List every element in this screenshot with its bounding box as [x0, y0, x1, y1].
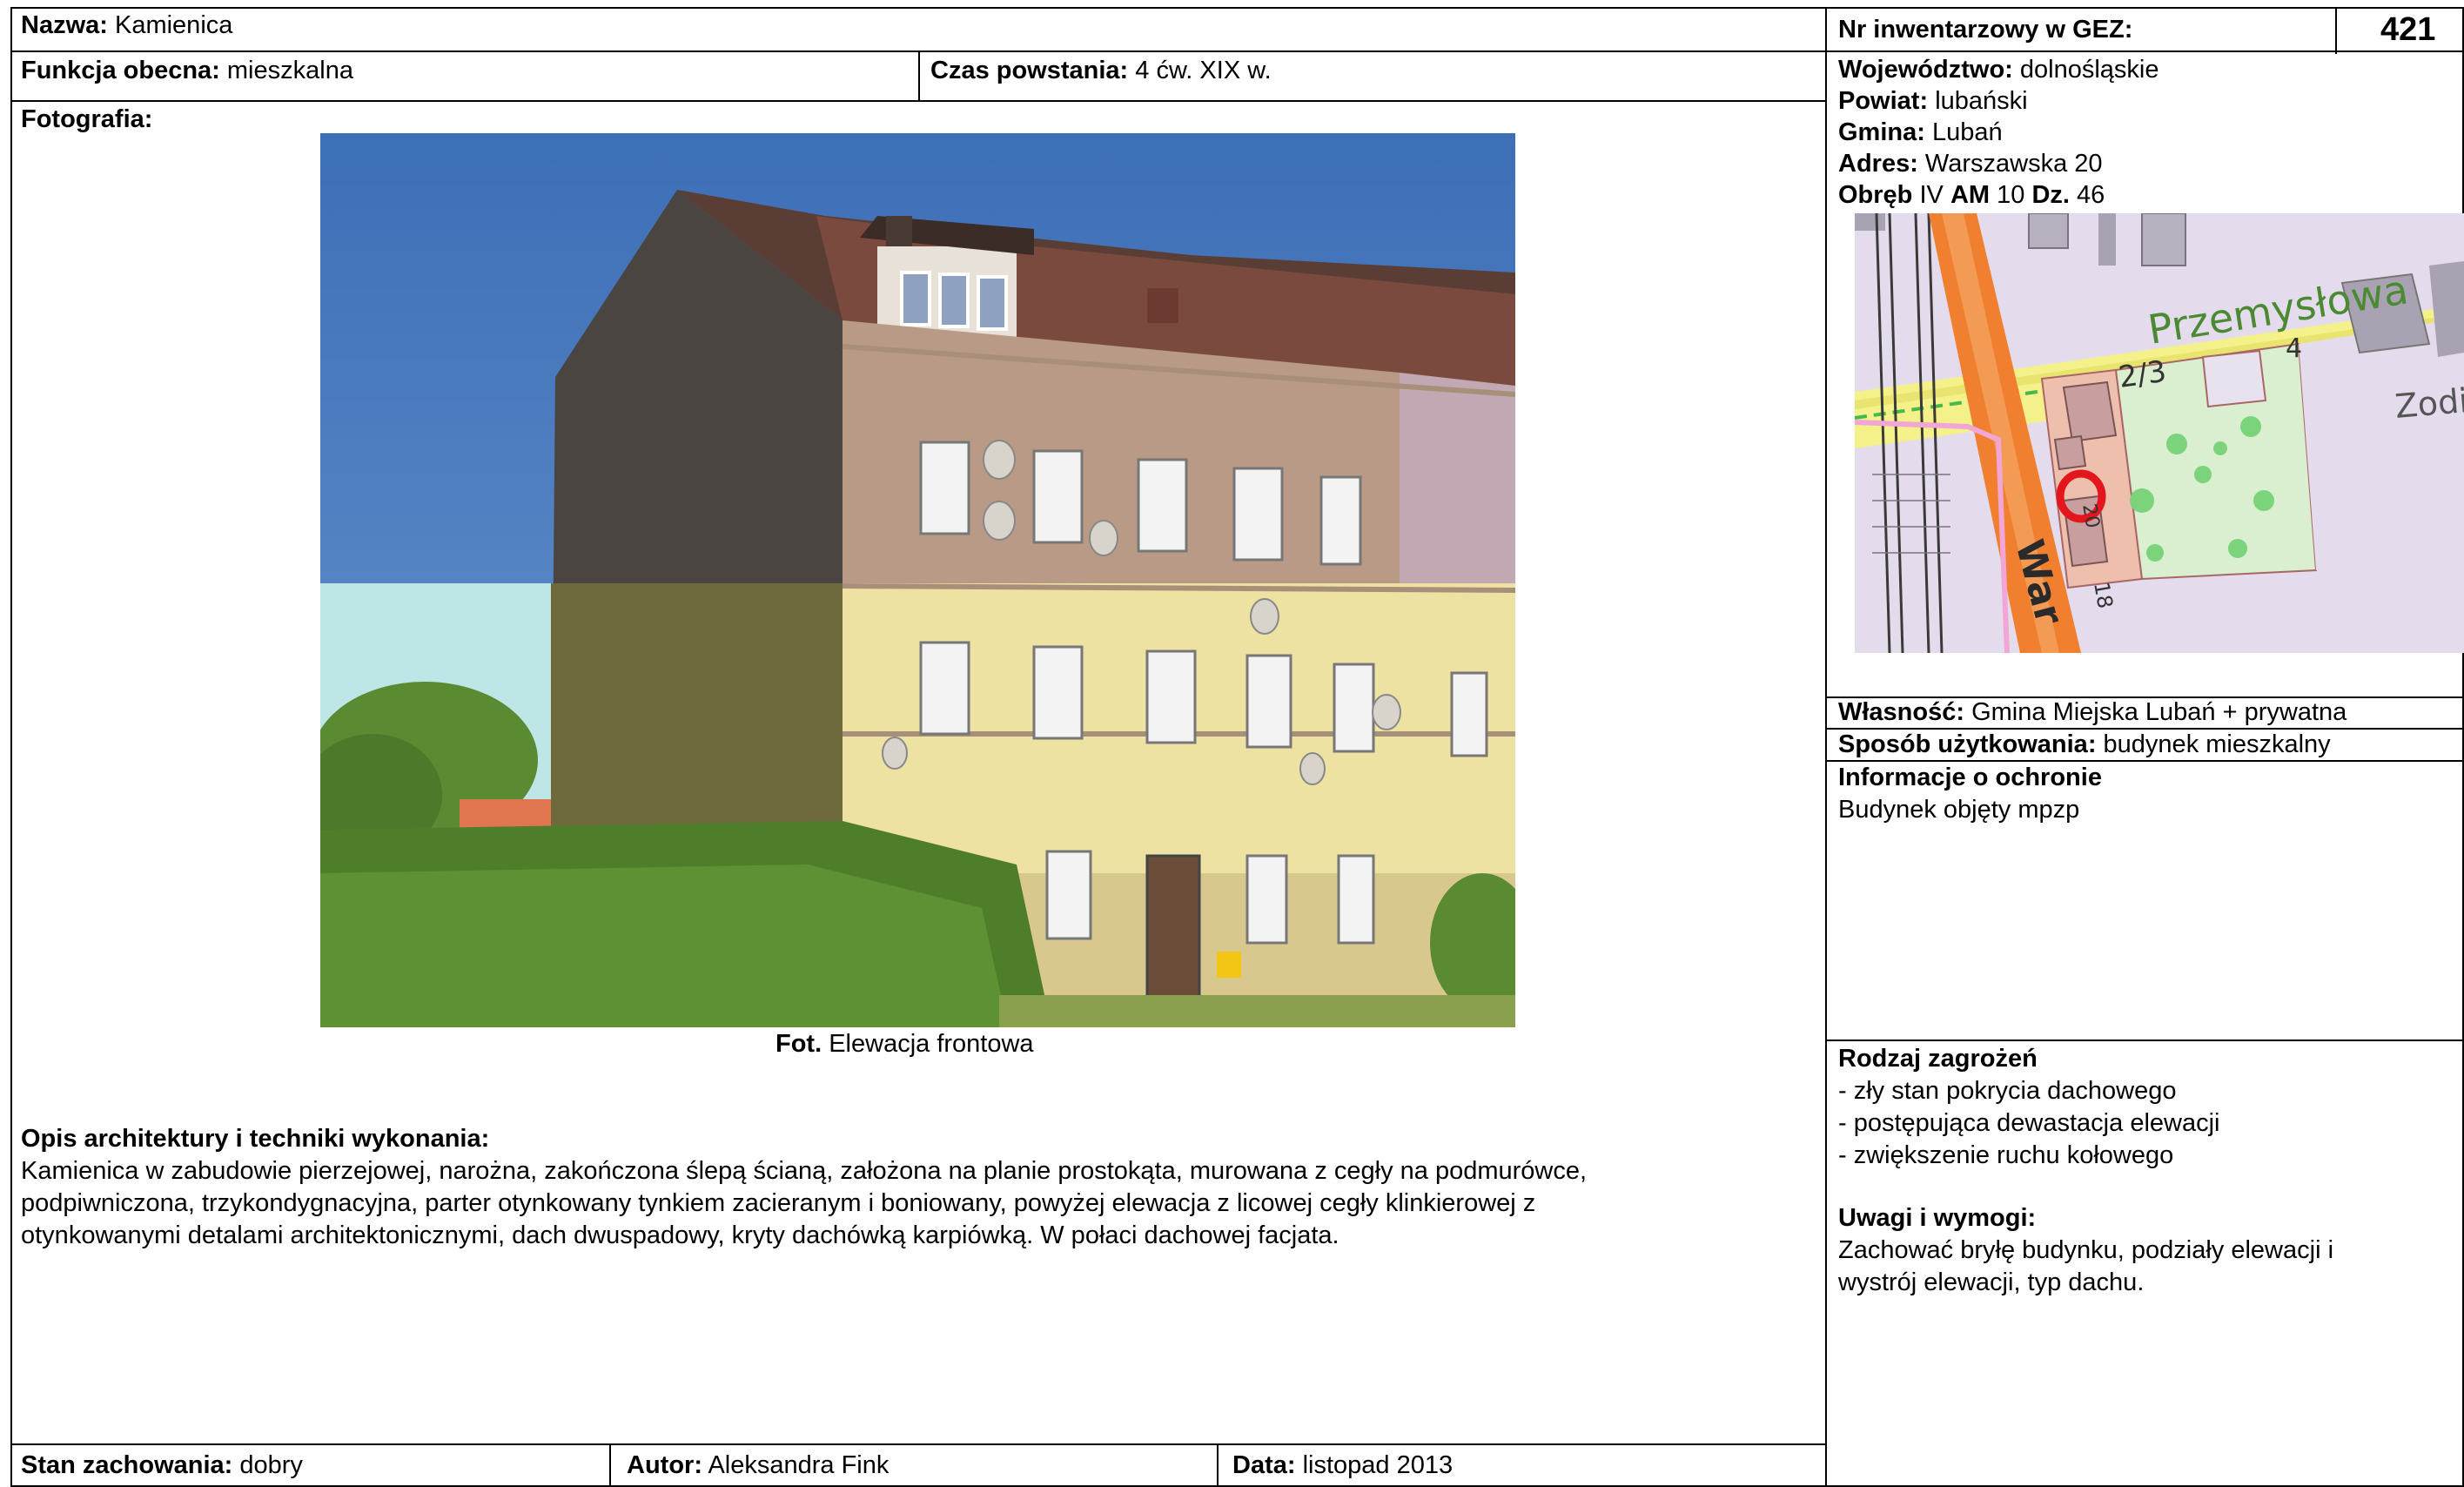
date-label: Data:	[1232, 1451, 1296, 1479]
am-value: 10	[1997, 181, 2025, 209]
remarks-label: Uwagi i wymogi:	[1838, 1204, 2037, 1232]
name-label: Nazwa:	[21, 11, 108, 39]
description-line: otynkowanymi detalami architektonicznymi…	[21, 1221, 1339, 1249]
date-value: listopad 2013	[1302, 1451, 1454, 1479]
usage-label: Sposób użytkowania:	[1838, 730, 2097, 758]
row-line	[1825, 1040, 2464, 1041]
dz-label: Dz.	[2031, 181, 2070, 209]
photo-caption: Fot. Elewacja frontowa	[775, 1028, 1034, 1060]
county-field: Powiat: lubański	[1838, 85, 2028, 117]
location-map: Przemysłowa War 2/3 4 Zodi 20 18	[1855, 213, 2464, 653]
voivodeship-field: Województwo: dolnośląskie	[1838, 54, 2159, 85]
map-plot-label-2-3: 2/3	[2117, 354, 2169, 395]
address-label: Adres:	[1838, 150, 1918, 178]
threats-label: Rodzaj zagrożeń	[1838, 1045, 2038, 1073]
name-value: Kamienica	[114, 11, 233, 39]
address-field: Adres: Warszawska 20	[1838, 148, 2103, 179]
map-plot-label-4: 4	[2286, 333, 2302, 364]
condition-field: Stan zachowania: dobry	[21, 1450, 303, 1481]
row-line	[10, 1443, 1826, 1445]
protection-label: Informacje o ochronie	[1838, 764, 2102, 791]
author-field: Autor: Aleksandra Fink	[627, 1450, 889, 1481]
commune-label: Gmina:	[1838, 118, 1925, 146]
usage-field: Sposób użytkowania: budynek mieszkalny	[1838, 729, 2331, 760]
photo-section-label: Fotografia:	[21, 105, 153, 133]
commune-value: Lubań	[1931, 118, 2003, 146]
voivodeship-value: dolnośląskie	[2019, 56, 2159, 84]
obreb-label: Obręb	[1838, 181, 1913, 209]
commune-field: Gmina: Lubań	[1838, 117, 2003, 148]
county-label: Powiat:	[1838, 87, 1929, 115]
address-value: Warszawska 20	[1924, 150, 2103, 178]
ownership-value: Gmina Miejska Lubań + prywatna	[1971, 698, 2347, 726]
author-label: Autor:	[627, 1451, 702, 1479]
threat-item: - zły stan pokrycia dachowego	[1838, 1077, 2177, 1105]
usage-value: budynek mieszkalny	[2103, 730, 2331, 758]
function-label: Funkcja obecna:	[21, 57, 220, 84]
time-label: Czas powstania:	[930, 57, 1129, 84]
map-number-18: 18	[2089, 580, 2118, 610]
column-divider	[1825, 7, 1827, 1487]
inventory-number: 421	[2380, 11, 2436, 48]
obreb-value: IV	[1919, 181, 1944, 209]
remarks-line: wystrój elewacji, typ dachu.	[1838, 1268, 2145, 1296]
am-label: AM	[1950, 181, 1991, 209]
ownership-label: Własność:	[1838, 698, 1965, 726]
time-value: 4 ćw. XIX w.	[1135, 57, 1272, 84]
county-value: lubański	[1935, 87, 2028, 115]
threat-item: - postępująca dewastacja elewacji	[1838, 1109, 2220, 1137]
row-line	[10, 100, 1826, 102]
building-photo	[320, 133, 1515, 1027]
description-label: Opis architektury i techniki wykonania:	[21, 1125, 490, 1153]
author-value: Aleksandra Fink	[708, 1451, 890, 1479]
function-field: Funkcja obecna: mieszkalna	[21, 55, 353, 86]
photo-caption-label: Fot.	[775, 1030, 822, 1058]
remarks-line: Zachować bryłę budynku, podziały elewacj…	[1838, 1236, 2334, 1264]
photo-caption-value: Elewacja frontowa	[829, 1030, 1034, 1058]
protection-value: Budynek objęty mpzp	[1838, 796, 2080, 824]
inventory-label: Nr inwentarzowy w GEZ:	[1838, 16, 2133, 44]
condition-value: dobry	[239, 1451, 303, 1479]
name-field: Nazwa: Kamienica	[21, 10, 232, 41]
date-field: Data: listopad 2013	[1232, 1450, 1453, 1481]
inventory-divider	[2335, 7, 2337, 54]
row-line	[10, 50, 2464, 52]
map-label-zodi: Zodi	[2394, 381, 2464, 426]
threat-item: - zwiększenie ruchu kołowego	[1838, 1141, 2174, 1169]
description-line: Kamienica w zabudowie pierzejowej, naroż…	[21, 1157, 1588, 1185]
ownership-field: Własność: Gmina Miejska Lubań + prywatna	[1838, 696, 2347, 728]
map-number-20: 20	[2078, 502, 2103, 530]
description-text: Kamienica w zabudowie pierzejowej, naroż…	[21, 1155, 1814, 1252]
cadastral-field: Obręb IV AM 10 Dz. 46	[1838, 179, 2105, 211]
voivodeship-label: Województwo:	[1838, 56, 2013, 84]
function-value: mieszkalna	[226, 57, 353, 84]
description-line: podpiwniczona, trzykondygnacyjna, parter…	[21, 1189, 1536, 1217]
function-time-divider	[918, 52, 920, 100]
condition-label: Stan zachowania:	[21, 1451, 233, 1479]
time-field: Czas powstania: 4 ćw. XIX w.	[930, 55, 1272, 86]
dz-value: 46	[2077, 181, 2105, 209]
